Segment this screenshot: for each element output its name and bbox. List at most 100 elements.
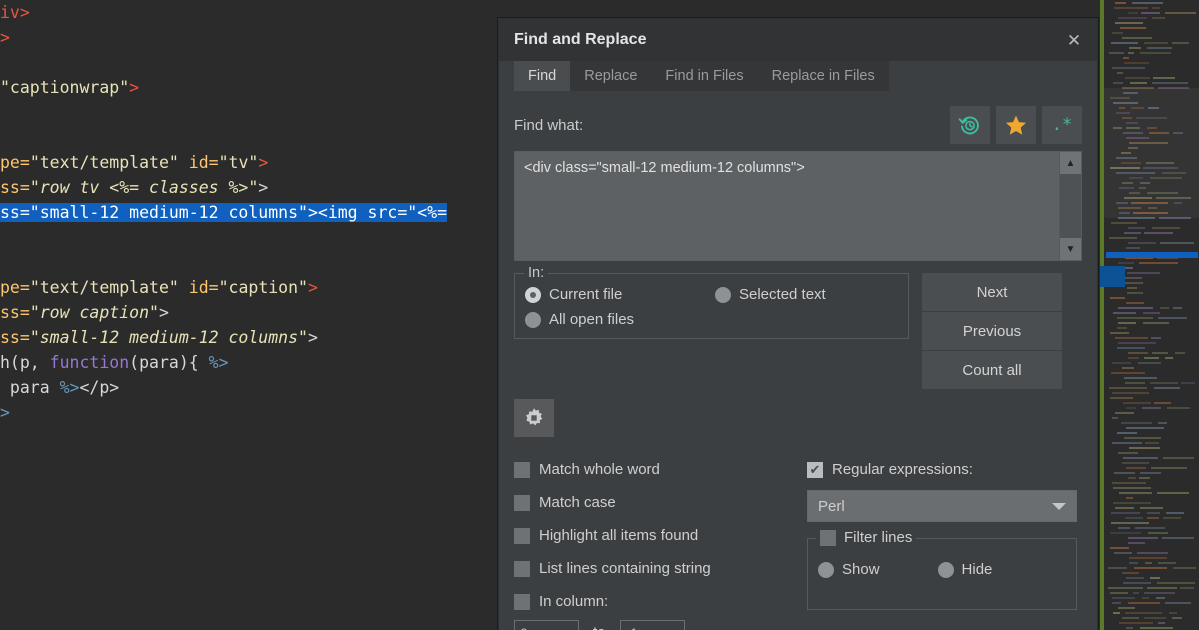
tab-label: Replace in Files	[771, 68, 875, 84]
minimap-code-block	[1163, 457, 1194, 459]
minimap-code-block	[1158, 562, 1176, 564]
button-label: Previous	[962, 322, 1022, 340]
chevron-down-icon	[1052, 503, 1066, 510]
radio-selected-text[interactable]: Selected text	[715, 286, 898, 303]
code-token: >	[129, 78, 140, 97]
previous-button[interactable]: Previous	[922, 312, 1062, 350]
minimap-code-block	[1143, 322, 1169, 324]
scroll-up-icon[interactable]: ▲	[1060, 152, 1081, 174]
selection-marker	[1100, 266, 1125, 287]
minimap-code-block	[1145, 562, 1152, 564]
close-after-find-checkbox[interactable]: Close after find	[807, 624, 1077, 630]
column-to-input[interactable]	[619, 620, 685, 630]
code-token: "text/template"	[29, 278, 179, 297]
minimap-code-block	[1125, 77, 1150, 79]
minimap-code-block	[1140, 507, 1163, 509]
close-icon[interactable]: ✕	[1063, 29, 1085, 51]
code-minimap[interactable]	[1100, 0, 1199, 630]
checkbox-label: List lines containing string	[539, 560, 711, 577]
minimap-code-block	[1129, 557, 1167, 559]
count-all-button[interactable]: Count all	[922, 351, 1062, 389]
radio-all-open-files[interactable]: All open files	[525, 311, 715, 328]
minimap-code-block	[1123, 57, 1129, 59]
minimap-code-block	[1123, 402, 1151, 404]
minimap-code-block	[1142, 597, 1149, 599]
column-range-row: to	[514, 620, 794, 630]
minimap-code-block	[1128, 52, 1134, 54]
minimap-code-block	[1118, 452, 1138, 454]
filter-lines-group: Filter lines Show Hide	[807, 529, 1077, 610]
dialog-title: Find and Replace	[514, 31, 647, 48]
checkbox-match-whole-word[interactable]: Match whole word	[514, 453, 794, 486]
minimap-code-block	[1125, 612, 1162, 614]
regular-expressions-checkbox[interactable]: Regular expressions:	[807, 453, 1077, 486]
minimap-code-block	[1134, 567, 1167, 569]
find-and-replace-dialog[interactable]: Find and Replace ✕ Find Replace Find in Fi…	[498, 18, 1098, 630]
minimap-code-block	[1110, 297, 1125, 299]
minimap-code-block	[1152, 7, 1160, 9]
tab-find-in-files[interactable]: Find in Files	[651, 61, 757, 91]
scroll-down-icon[interactable]: ▼	[1060, 238, 1081, 260]
minimap-selection	[1106, 252, 1198, 258]
minimap-code-block	[1139, 477, 1150, 479]
minimap-code-block	[1126, 302, 1144, 304]
column-from-input[interactable]	[514, 620, 579, 630]
code-token: %>	[59, 378, 80, 397]
find-what-row: Find what: .*	[514, 105, 1082, 145]
find-input[interactable]	[515, 152, 1059, 260]
radio-current-file[interactable]: Current file	[525, 286, 715, 303]
minimap-code-block	[1144, 42, 1168, 44]
minimap-code-block	[1137, 552, 1168, 554]
minimap-code-block	[1165, 357, 1173, 359]
tab-replace-in-files[interactable]: Replace in Files	[758, 61, 889, 91]
tab-find[interactable]: Find	[514, 61, 571, 91]
tab-label: Find in Files	[665, 68, 744, 84]
minimap-code-block	[1123, 582, 1151, 584]
radio-indicator	[937, 561, 954, 578]
minimap-code-block	[1110, 592, 1128, 594]
regex-dot-star-icon[interactable]: .*	[1042, 106, 1082, 144]
code-token: "row caption"	[29, 303, 159, 322]
minimap-viewport[interactable]	[1104, 88, 1199, 218]
column-to-label: to	[593, 624, 606, 630]
checkbox-highlight-all-items-found[interactable]: Highlight all items found	[514, 519, 794, 552]
minimap-code-block	[1129, 562, 1138, 564]
tab-replace[interactable]: Replace	[570, 61, 651, 91]
regex-flavor-select[interactable]: Perl	[807, 490, 1077, 522]
action-buttons: Next Previous Count all	[922, 273, 1062, 389]
radio-filter-hide[interactable]: Hide	[937, 561, 992, 578]
minimap-code-block	[1110, 547, 1129, 549]
checkbox-match-case[interactable]: Match case	[514, 486, 794, 519]
favorites-star-icon[interactable]	[996, 106, 1036, 144]
minimap-code-block	[1128, 242, 1156, 244]
checkbox-label: Match whole word	[539, 461, 660, 478]
minimap-code-block	[1113, 487, 1151, 489]
history-icon[interactable]	[950, 106, 990, 144]
in-scope-group: In: Current file Selected text All open fi…	[514, 265, 909, 339]
minimap-code-block	[1129, 447, 1160, 449]
find-input-wrap[interactable]: ▲ ▼	[514, 151, 1082, 261]
minimap-code-block	[1181, 382, 1195, 384]
find-input-scrollbar[interactable]: ▲ ▼	[1059, 152, 1081, 260]
checkbox-list-lines-containing-string[interactable]: List lines containing string	[514, 552, 794, 585]
minimap-code-block	[1118, 307, 1153, 309]
minimap-code-block	[1126, 497, 1133, 499]
minimap-code-block	[1113, 502, 1151, 504]
radio-label: All open files	[549, 311, 635, 328]
next-button[interactable]: Next	[922, 273, 1062, 311]
minimap-code-block	[1151, 467, 1187, 469]
code-token: >	[307, 278, 318, 297]
minimap-code-block	[1117, 72, 1123, 74]
minimap-code-block	[1124, 437, 1161, 439]
minimap-code-block	[1158, 422, 1167, 424]
minimap-code-block	[1148, 532, 1168, 534]
gear-icon[interactable]	[514, 399, 554, 437]
radio-filter-show[interactable]: Show	[818, 561, 880, 578]
code-token: </p>	[79, 378, 120, 397]
minimap-code-block	[1114, 552, 1132, 554]
checkbox-in-column[interactable]: In column:	[514, 585, 794, 618]
minimap-code-block	[1126, 627, 1133, 629]
dialog-body: Find what: .* <div class="small-12 mediu…	[499, 91, 1097, 630]
radio-label: Show	[842, 561, 880, 578]
filter-lines-checkbox[interactable]: Filter lines	[816, 529, 917, 546]
